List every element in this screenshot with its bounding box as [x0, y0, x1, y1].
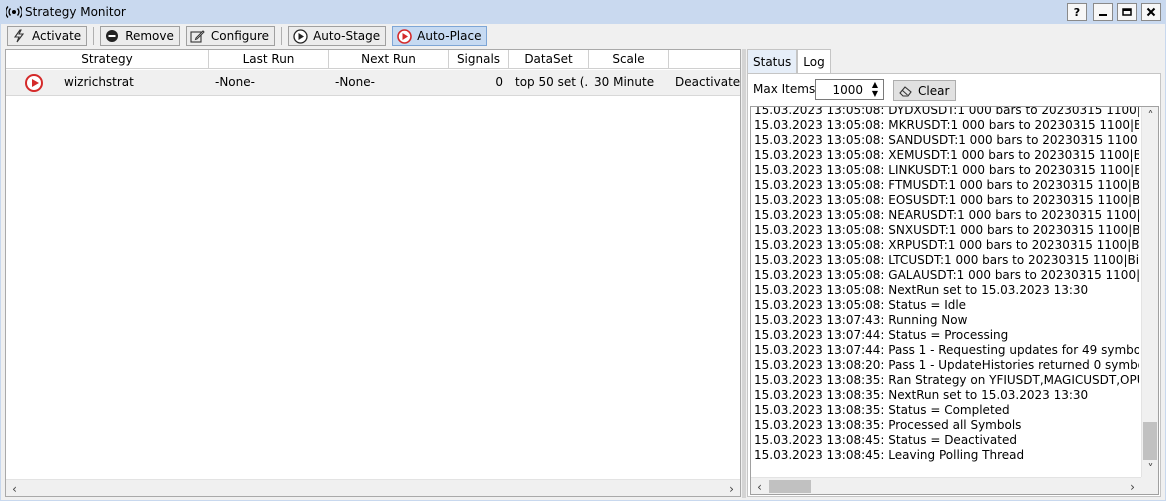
max-items-label: Max Items: — [753, 82, 820, 96]
table-row[interactable]: wizrichstrat -None- -None- 0 top 50 set … — [6, 70, 740, 96]
scroll-thumb[interactable] — [769, 480, 811, 493]
scroll-left-icon[interactable]: ‹ — [751, 478, 768, 494]
column-header-signals[interactable]: Signals — [449, 50, 509, 68]
log-line: 15.03.2023 13:08:45: Status = Deactivate… — [754, 433, 1017, 447]
cell-strategy: wizrichstrat — [64, 75, 134, 89]
vertical-scrollbar[interactable]: ˄ ˅ — [1141, 107, 1158, 477]
log-horizontal-scrollbar[interactable]: ‹ › — [751, 477, 1141, 494]
log-lines: 15.03.2023 13:05:08: DYDXUSDT:1 000 bars… — [754, 106, 1139, 463]
log-line: 15.03.2023 13:07:44: Status = Processing — [754, 328, 1009, 342]
cell-scale: 30 Minute — [594, 75, 655, 89]
log-line: 15.03.2023 13:05:08: NEARUSDT:1 000 bars… — [754, 208, 1139, 222]
scroll-down-icon[interactable]: ˅ — [1142, 460, 1158, 477]
right-pane: Status Log Max Items: 1000 ▲ ▼ Clear 15.… — [746, 49, 1165, 498]
log-line: 15.03.2023 13:05:08: EOSUSDT:1 000 bars … — [754, 193, 1139, 207]
toolbar-separator — [93, 27, 95, 45]
spinner[interactable]: ▲ ▼ — [867, 80, 883, 99]
scroll-right-icon[interactable]: › — [1124, 478, 1141, 494]
log-line: 15.03.2023 13:08:20: Pass 1 - UpdateHist… — [754, 358, 1139, 372]
log-line: 15.03.2023 13:05:08: MKRUSDT:1 000 bars … — [754, 118, 1139, 132]
play-red-icon — [396, 28, 412, 44]
toolbar: Activate Remove Configure Auto-Stage Aut… — [1, 24, 1165, 48]
log-list[interactable]: 15.03.2023 13:05:08: DYDXUSDT:1 000 bars… — [750, 106, 1159, 495]
scroll-thumb[interactable] — [1143, 422, 1157, 460]
log-line: 15.03.2023 13:05:08: SANDUSDT:1 000 bars… — [754, 133, 1139, 147]
log-line: 15.03.2023 13:08:35: Status = Completed — [754, 403, 1010, 417]
log-line: 15.03.2023 13:05:08: XEMUSDT:1 000 bars … — [754, 148, 1139, 162]
grid-header: Strategy Last Run Next Run Signals DataS… — [6, 50, 740, 69]
log-line: 15.03.2023 13:07:43: Running Now — [754, 313, 968, 327]
clear-label: Clear — [918, 83, 950, 98]
window-client: Activate Remove Configure Auto-Stage Aut… — [1, 24, 1165, 500]
remove-label: Remove — [125, 29, 174, 43]
remove-icon — [104, 28, 120, 44]
column-header-last-run[interactable]: Last Run — [209, 50, 329, 68]
scroll-right-icon[interactable]: › — [723, 480, 740, 497]
cell-status: Deactivated — [675, 75, 740, 89]
play-icon[interactable] — [25, 74, 43, 92]
auto-stage-label: Auto-Stage — [313, 29, 381, 43]
max-items-stepper[interactable]: 1000 ▲ ▼ — [815, 79, 884, 100]
scroll-up-icon[interactable]: ˄ — [1142, 107, 1158, 124]
activate-label: Activate — [32, 29, 82, 43]
spin-down-icon[interactable]: ▼ — [867, 89, 883, 98]
max-items-value[interactable]: 1000 — [832, 83, 863, 97]
auto-place-button[interactable]: Auto-Place — [392, 26, 488, 46]
configure-button[interactable]: Configure — [185, 26, 276, 46]
log-line: 15.03.2023 13:05:08: GALAUSDT:1 000 bars… — [754, 268, 1139, 282]
log-line: 15.03.2023 13:08:35: Ran Strategy on YFI… — [754, 373, 1139, 387]
window-title: Strategy Monitor — [25, 5, 126, 19]
maximize-button[interactable] — [1117, 3, 1137, 21]
eraser-icon — [898, 83, 914, 99]
log-line: 15.03.2023 13:05:08: XRPUSDT:1 000 bars … — [754, 238, 1139, 252]
auto-place-label: Auto-Place — [417, 29, 482, 43]
scroll-corner — [1141, 477, 1158, 494]
cell-last-run: -None- — [215, 75, 255, 89]
column-header-status[interactable] — [669, 50, 740, 68]
column-header-scale[interactable]: Scale — [589, 50, 669, 68]
scroll-left-icon[interactable]: ‹ — [6, 480, 23, 497]
play-icon — [292, 28, 308, 44]
close-button[interactable] — [1141, 3, 1161, 21]
cell-dataset: top 50 set (... — [515, 75, 587, 89]
log-line: 15.03.2023 13:05:08: FTMUSDT:1 000 bars … — [754, 178, 1139, 192]
help-button[interactable]: ? — [1067, 3, 1087, 21]
log-line: 15.03.2023 13:08:35: NextRun set to 15.0… — [754, 388, 1089, 402]
toolbar-separator — [281, 27, 283, 45]
log-line: 15.03.2023 13:08:45: Leaving Polling Thr… — [754, 448, 1025, 462]
strategy-grid: Strategy Last Run Next Run Signals DataS… — [5, 49, 741, 497]
broadcast-icon — [6, 4, 22, 20]
log-line: 15.03.2023 13:05:08: DYDXUSDT:1 000 bars… — [754, 106, 1139, 117]
auto-stage-button[interactable]: Auto-Stage — [288, 26, 387, 46]
remove-button[interactable]: Remove — [100, 26, 180, 46]
title-bar: Strategy Monitor ? — [0, 0, 1166, 24]
minimize-button[interactable] — [1093, 3, 1113, 21]
log-line: 15.03.2023 13:05:08: Status = Idle — [754, 298, 967, 312]
log-line: 15.03.2023 13:05:08: LTCUSDT:1 000 bars … — [754, 253, 1139, 267]
tab-strip: Status Log — [747, 49, 831, 74]
cell-next-run: -None- — [335, 75, 375, 89]
horizontal-scrollbar[interactable]: ‹ › — [6, 479, 740, 496]
lightning-icon — [11, 28, 27, 44]
log-line: 15.03.2023 13:07:44: Pass 1 - Requesting… — [754, 343, 1139, 357]
configure-label: Configure — [210, 29, 270, 43]
clear-button[interactable]: Clear — [893, 80, 957, 101]
log-line: 15.03.2023 13:05:08: LINKUSDT:1 000 bars… — [754, 163, 1139, 177]
tab-status[interactable]: Status — [747, 49, 798, 73]
log-line: 15.03.2023 13:08:35: Processed all Symbo… — [754, 418, 1022, 432]
edit-icon — [190, 28, 206, 44]
spin-up-icon[interactable]: ▲ — [867, 80, 883, 89]
log-line: 15.03.2023 13:05:08: SNXUSDT:1 000 bars … — [754, 223, 1139, 237]
tab-log[interactable]: Log — [797, 49, 831, 74]
activate-button[interactable]: Activate — [7, 26, 88, 46]
log-panel: Max Items: 1000 ▲ ▼ Clear 15.03.2023 13:… — [747, 73, 1161, 497]
column-header-strategy[interactable]: Strategy — [6, 50, 209, 68]
log-line: 15.03.2023 13:05:08: NextRun set to 15.0… — [754, 283, 1089, 297]
column-header-next-run[interactable]: Next Run — [329, 50, 449, 68]
cell-signals: 0 — [495, 75, 503, 89]
column-header-dataset[interactable]: DataSet — [509, 50, 589, 68]
